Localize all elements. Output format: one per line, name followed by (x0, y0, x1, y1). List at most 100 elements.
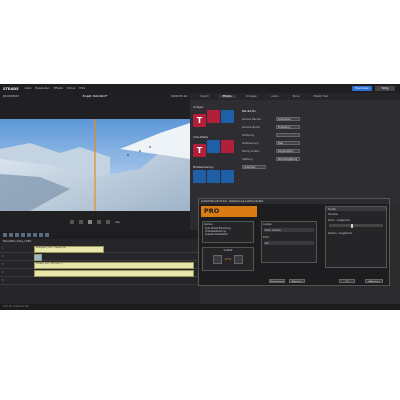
play-icon[interactable] (88, 220, 93, 224)
menu-extras[interactable]: Extras (67, 87, 75, 90)
camera-option[interactable]: Auswahl beibehalten (203, 233, 253, 236)
property-row: Anwenden (242, 163, 392, 171)
profile-label: Profil (263, 236, 269, 239)
properties-header: Mercalli Pro (242, 109, 256, 113)
tab-effects[interactable]: Effekte (218, 95, 236, 98)
timeline-panel: MercalliPro_Video_1.MP4 1 Schlepplift_00… (0, 230, 200, 310)
effect-tile[interactable] (193, 170, 206, 183)
zoom-icon[interactable] (45, 232, 49, 237)
camera-option-checkbox[interactable]: Kamera – Ausgleichen (326, 231, 386, 236)
property-row: Stabilisierung Pixel (242, 139, 392, 147)
apply-button[interactable]: Anwenden (242, 165, 266, 169)
effect-tile[interactable] (221, 140, 234, 153)
effect-tile[interactable] (207, 140, 220, 153)
property-control[interactable]: Einstellung (276, 125, 300, 129)
property-control[interactable]: Kompensation (276, 149, 300, 153)
preview-project-title: Projekt: Bahnfahrt* (82, 95, 108, 98)
tab-audio[interactable]: Audio (267, 95, 282, 98)
dialog-ok-button[interactable]: OK (339, 279, 355, 283)
title-template-tile[interactable] (207, 110, 220, 123)
track-header[interactable]: 2 (0, 253, 33, 261)
property-row: Rolling Shutter Kompensation (242, 147, 392, 155)
preview-panel: 00:00:08:03 Projekt: Bahnfahrt* 00:00:31… (0, 93, 190, 230)
skip-back-icon[interactable] (70, 220, 75, 224)
menu-edit[interactable]: Bearbeiten (36, 87, 50, 90)
video-frame[interactable] (0, 119, 190, 211)
transport-controls: Abs (0, 214, 190, 230)
reset-button[interactable]: Zurücksetzen (269, 279, 285, 283)
track-header[interactable]: 4 (0, 269, 33, 277)
split-icon[interactable] (33, 232, 37, 237)
analysis-group: Analyse Zoom, Kamera Profil Aus (261, 221, 317, 263)
effect-tile[interactable] (221, 170, 234, 183)
effect-tile[interactable] (221, 110, 234, 123)
property-row: Auflösung (242, 131, 392, 139)
marker-icon[interactable] (39, 232, 43, 237)
prev-frame-icon[interactable] (79, 220, 84, 224)
category-video-effects: Videoeffekte T (193, 136, 237, 157)
slider-thumb[interactable] (350, 223, 353, 228)
quality-icon[interactable] (212, 255, 222, 264)
mercalli-logo: PRO MERCALLI (201, 206, 257, 226)
zoom-slider[interactable] (329, 223, 383, 228)
property-control[interactable] (276, 133, 300, 137)
menu-file[interactable]: Datei (25, 87, 32, 90)
timeline-track: 4 (0, 269, 200, 277)
menu-bar: STRADE Datei Bearbeiten Effekte Extras H… (0, 84, 400, 93)
analysis-dropdown[interactable]: Zoom, Kamera (264, 228, 314, 232)
property-label: Rolling Shutter (242, 149, 260, 153)
delete-icon[interactable] (27, 232, 31, 237)
zoom-option-checkbox[interactable]: Zoom – Ausgleichen (326, 218, 386, 223)
select-tool-icon[interactable] (3, 232, 7, 237)
analysis-label: Analyse (263, 223, 272, 226)
scrub-label: Abs (115, 220, 120, 224)
export-button[interactable]: Exportieren (352, 86, 372, 91)
timeline-clip[interactable] (34, 253, 42, 261)
track-header[interactable]: 5 (0, 277, 33, 285)
tab-store[interactable]: Store (289, 95, 304, 98)
timeline-clip[interactable]: Liftfahrt_002 - MVI_0001_2 (34, 261, 194, 269)
effect-tile[interactable] (207, 170, 220, 183)
redo-icon[interactable] (21, 232, 25, 237)
category-title: Videoeffekte (193, 136, 209, 139)
menu-effects[interactable]: Effekte (54, 87, 63, 90)
tab-templates[interactable]: Vorlagen (242, 95, 261, 98)
preview-left-time: 00:00:08:03 (3, 95, 19, 98)
timeline-clip[interactable] (34, 269, 194, 277)
cut-tool-icon[interactable] (9, 232, 13, 237)
dialog-title: proDAD Mercalli V4 SAL - Stabilisierung … (199, 199, 389, 204)
property-label: Stabilisierung (242, 141, 259, 145)
mercalli-dialog: proDAD Mercalli V4 SAL - Stabilisierung … (198, 198, 390, 286)
property-control[interactable]: Analysieren (276, 117, 300, 121)
timeline-track: 1 Schlepplift_0001 - Vollbild_Ma (0, 245, 200, 253)
category-stabilization: Bildstabilisierung (193, 166, 237, 184)
skip-forward-icon[interactable] (106, 220, 111, 224)
title-template-tile[interactable]: T (193, 144, 206, 157)
property-row: Glättung Standardglättung (242, 155, 392, 163)
category-title: Vorlagen (193, 106, 204, 109)
preview-label: Vorschau (328, 213, 339, 216)
profile-dropdown[interactable]: Aus (264, 241, 314, 245)
timeline-clip[interactable]: Schlepplift_0001 - Vollbild_Ma (34, 245, 104, 253)
properties-area: Mercalli Pro Kamera Manu­fa Analysieren … (242, 107, 392, 171)
tab-import[interactable]: Import (196, 95, 213, 98)
track-header[interactable]: 3 (0, 261, 33, 269)
track-header[interactable]: 1 (0, 245, 33, 253)
tab-magix-hub[interactable]: MAGIX Hub (309, 95, 332, 98)
timeline-toolbar (0, 230, 200, 239)
quality-label: Qualität (223, 249, 233, 252)
next-frame-icon[interactable] (97, 220, 102, 224)
dialog-cancel-button[interactable]: Abbrechen (289, 279, 305, 283)
property-control[interactable]: Standardglättung (276, 157, 300, 161)
finish-button[interactable]: Fertig (375, 86, 395, 91)
title-template-tile[interactable]: T (193, 114, 206, 127)
dialog-close-button[interactable]: Abbrechen (365, 279, 383, 283)
media-pool-panel: Import Effekte Vorlagen Audio Store MAGI… (190, 93, 400, 205)
preview-header: 00:00:08:03 Projekt: Bahnfahrt* 00:00:31… (0, 93, 190, 100)
quality-icon[interactable] (234, 255, 244, 264)
menu-help[interactable]: Hilfe (79, 87, 85, 90)
property-label: Auflösung (242, 133, 254, 137)
property-control[interactable]: Pixel (276, 141, 300, 145)
camera-group: Kamera Auto-Modell-Erkennung Videostabil… (202, 221, 254, 243)
undo-icon[interactable] (15, 232, 19, 237)
